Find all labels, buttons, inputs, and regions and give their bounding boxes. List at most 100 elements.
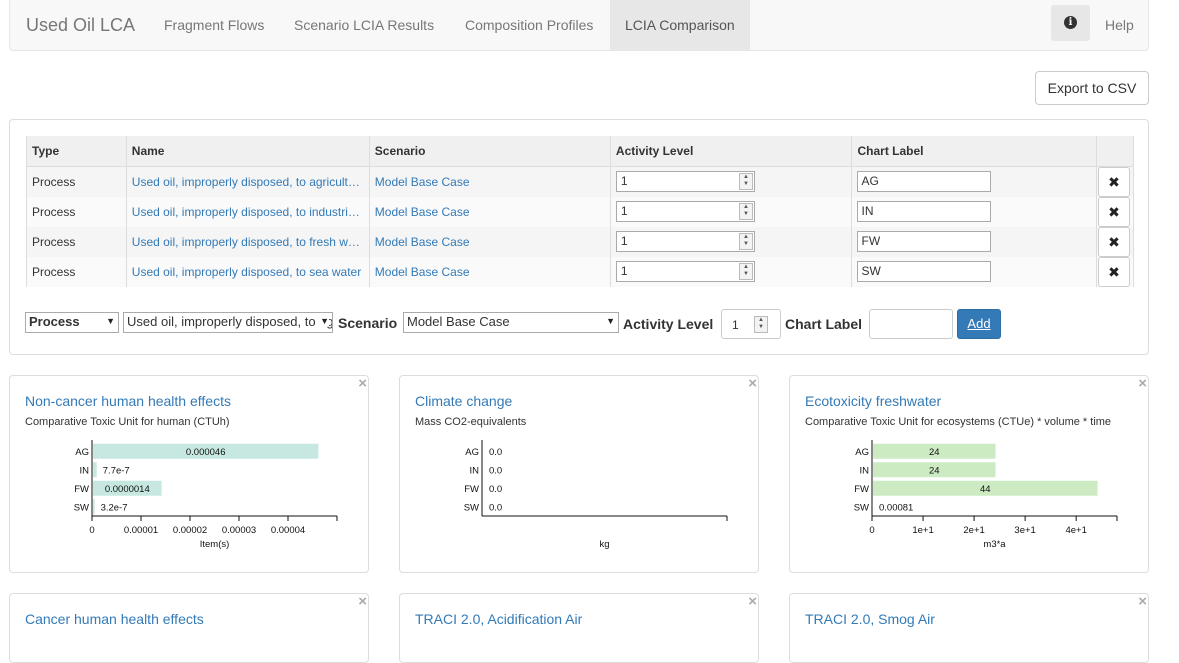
scenario-select-value: Model Base Case xyxy=(407,314,510,329)
data-label: 0.000046 xyxy=(186,447,226,458)
scenario-link[interactable]: Model Base Case xyxy=(375,205,470,219)
category-label: FW xyxy=(854,484,869,495)
bar xyxy=(93,499,95,514)
nav-lcia-comparison[interactable]: LCIA Comparison xyxy=(610,0,750,50)
close-icon[interactable]: × xyxy=(748,593,757,610)
nav-fragment-flows[interactable]: Fragment Flows xyxy=(164,17,264,33)
activity-level-number-input[interactable]: 1 ▲▼ xyxy=(721,309,781,339)
table-row: Process Used oil, improperly disposed, t… xyxy=(27,166,1134,197)
activity-level-input[interactable]: 1 ▲▼ xyxy=(616,261,755,282)
chart-label-text-input[interactable] xyxy=(869,309,953,339)
scenario-select[interactable]: Model Base Case ▼ xyxy=(403,312,619,333)
nav-composition-profiles[interactable]: Composition Profiles xyxy=(465,17,593,33)
remove-icon: ✖ xyxy=(1108,174,1120,190)
chart-title[interactable]: Cancer human health effects xyxy=(25,611,204,627)
col-header-remove xyxy=(1097,136,1134,166)
x-tick-label: 0.00004 xyxy=(271,525,305,536)
remove-row-button[interactable]: ✖ xyxy=(1098,197,1130,227)
data-label: 3.2e-7 xyxy=(101,502,128,513)
data-label: 0.0 xyxy=(489,447,502,458)
name-select-value: Used oil, improperly disposed, to agricu… xyxy=(127,314,333,329)
activity-level-input[interactable]: 1 ▲▼ xyxy=(616,171,755,192)
data-label: 44 xyxy=(980,484,991,495)
x-tick-label: 0.00002 xyxy=(173,525,207,536)
spinner-arrows-icon[interactable]: ▲▼ xyxy=(739,173,753,190)
remove-row-button[interactable]: ✖ xyxy=(1098,227,1130,257)
data-label: 0.0000014 xyxy=(105,484,150,495)
type-select-value: Process xyxy=(29,314,80,329)
scenario-link[interactable]: Model Base Case xyxy=(375,175,470,189)
x-tick-label: 0.00003 xyxy=(222,525,256,536)
process-name-link[interactable]: Used oil, improperly disposed, to sea wa… xyxy=(132,265,364,279)
x-tick-label: 0 xyxy=(869,525,874,536)
activity-level-value: 1 xyxy=(621,174,628,188)
category-label: FW xyxy=(464,484,479,495)
chart-label-label: Chart Label xyxy=(785,316,862,332)
activity-level-value: 1 xyxy=(621,264,628,278)
brand-link[interactable]: Used Oil LCA xyxy=(26,15,135,36)
activity-level-number-value: 1 xyxy=(732,318,739,332)
x-axis-label: Item(s) xyxy=(200,539,230,550)
selection-table: Type Name Scenario Activity Level Chart … xyxy=(26,136,1134,287)
data-label: 0.00081 xyxy=(879,502,913,513)
add-button[interactable]: Add xyxy=(957,309,1001,339)
spinner-arrows-icon[interactable]: ▲▼ xyxy=(739,203,753,220)
chevron-down-icon: ▼ xyxy=(606,316,615,326)
x-tick-label: 2e+1 xyxy=(963,525,984,536)
chart-card-smog: × TRACI 2.0, Smog Air xyxy=(789,593,1149,663)
close-icon[interactable]: × xyxy=(1138,593,1147,610)
activity-level-input[interactable]: 1 ▲▼ xyxy=(616,231,755,252)
activity-level-input[interactable]: 1▲▼ xyxy=(616,201,755,222)
remove-row-button[interactable]: ✖ xyxy=(1098,257,1130,287)
chart-card-ecotoxicity: × Ecotoxicity freshwater Comparative Tox… xyxy=(789,375,1149,573)
scenario-link[interactable]: Model Base Case xyxy=(375,265,470,279)
scenario-link[interactable]: Model Base Case xyxy=(375,235,470,249)
category-label: AG xyxy=(465,447,479,458)
process-name-link[interactable]: Used oil, improperly disposed, to fresh … xyxy=(132,235,364,249)
activity-level-value: 1 xyxy=(621,234,628,248)
remove-icon: ✖ xyxy=(1108,204,1120,220)
category-label: IN xyxy=(860,465,870,476)
process-name-link[interactable]: Used oil, improperly disposed, to indust… xyxy=(132,205,364,219)
info-icon: i xyxy=(1064,16,1077,29)
data-label: 24 xyxy=(929,447,940,458)
nav-scenario-lcia-results[interactable]: Scenario LCIA Results xyxy=(294,17,434,33)
nav-help[interactable]: Help xyxy=(1105,17,1134,33)
category-label: SW xyxy=(74,502,89,513)
remove-icon: ✖ xyxy=(1108,234,1120,250)
chart-label-input[interactable]: SW xyxy=(857,261,991,282)
spinner-arrows-icon[interactable]: ▲▼ xyxy=(754,316,768,333)
bar-chart: AG0.0IN0.0FW0.0SW0.0kg xyxy=(400,376,759,573)
remove-row-button[interactable]: ✖ xyxy=(1098,167,1130,197)
chart-title[interactable]: TRACI 2.0, Acidification Air xyxy=(415,611,582,627)
x-axis-label: m3*a xyxy=(983,539,1006,550)
col-header-scenario: Scenario xyxy=(369,136,610,166)
spinner-arrows-icon[interactable]: ▲▼ xyxy=(739,263,753,280)
col-header-type: Type xyxy=(27,136,127,166)
col-header-name: Name xyxy=(126,136,369,166)
category-label: SW xyxy=(854,502,869,513)
export-csv-button[interactable]: Export to CSV xyxy=(1035,71,1149,105)
info-button[interactable]: i xyxy=(1051,5,1090,41)
chart-label-input[interactable]: FW xyxy=(857,231,991,252)
spinner-arrows-icon[interactable]: ▲▼ xyxy=(739,233,753,250)
name-select[interactable]: Used oil, improperly disposed, to agricu… xyxy=(123,312,333,333)
chart-title[interactable]: TRACI 2.0, Smog Air xyxy=(805,611,935,627)
data-label: 0.0 xyxy=(489,465,502,476)
nav-lcia-comparison-label: LCIA Comparison xyxy=(625,17,735,33)
process-name-link[interactable]: Used oil, improperly disposed, to agricu… xyxy=(132,175,364,189)
chart-label-input[interactable]: AG xyxy=(857,171,991,192)
table-row: Process Used oil, improperly disposed, t… xyxy=(27,227,1134,257)
bar xyxy=(93,462,97,477)
selection-panel: Type Name Scenario Activity Level Chart … xyxy=(9,119,1149,355)
type-select[interactable]: Process ▼ xyxy=(25,312,119,333)
data-label: 24 xyxy=(929,465,940,476)
close-icon[interactable]: × xyxy=(358,593,367,610)
chart-label-input[interactable]: IN xyxy=(857,201,991,222)
category-label: FW xyxy=(74,484,89,495)
category-label: IN xyxy=(80,465,90,476)
table-row: Process Used oil, improperly disposed, t… xyxy=(27,257,1134,287)
chart-card-climate-change: × Climate change Mass CO2-equivalents AG… xyxy=(399,375,759,573)
category-label: AG xyxy=(855,447,869,458)
x-tick-label: 1e+1 xyxy=(912,525,933,536)
